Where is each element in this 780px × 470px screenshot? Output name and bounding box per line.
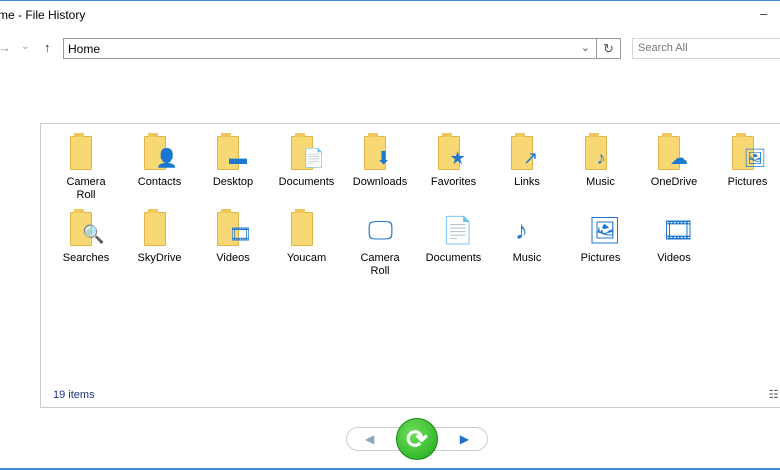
folder-icon: ♪ xyxy=(581,133,621,174)
item-count: 19 items xyxy=(53,389,95,401)
item-badge-icon: 🖼 xyxy=(743,148,767,168)
next-version-button[interactable]: ▶ xyxy=(460,432,469,446)
folder-icon: ☁ xyxy=(654,133,694,174)
library-icon: 🎞 xyxy=(654,210,696,250)
file-item-label: Camera Roll xyxy=(360,252,400,277)
library-icon: ♪ xyxy=(507,210,547,250)
details-view-icon[interactable]: ☷ xyxy=(769,389,779,401)
item-badge-icon: 📄 xyxy=(302,148,325,168)
item-badge-icon: ♪ xyxy=(596,148,606,168)
file-item[interactable]: 📄 Documents xyxy=(417,210,491,265)
view-buttons: ☷ ▣ xyxy=(769,388,780,401)
file-item[interactable]: ♪ Music xyxy=(490,210,564,265)
restore-button[interactable]: ⟳ xyxy=(396,418,438,460)
file-item-label: Documents xyxy=(278,176,335,188)
file-item-label: Music xyxy=(586,176,615,188)
folder-icon: ▬ xyxy=(213,133,253,174)
folder-shape xyxy=(290,209,313,246)
item-badge-icon: 📄 xyxy=(441,215,474,245)
file-item[interactable]: 🖵 Camera Roll xyxy=(343,210,417,278)
library-icon: 🖼 xyxy=(581,210,622,250)
item-badge-icon: ↗ xyxy=(523,148,539,168)
file-item[interactable]: ⬇ Downloads xyxy=(343,133,417,189)
search-input[interactable]: Search All xyxy=(632,38,780,59)
item-badge-icon: 🔍 xyxy=(82,224,105,244)
file-item-label: Pictures xyxy=(580,252,621,264)
item-badge-icon: 🎞 xyxy=(229,224,252,244)
file-item-label: Documents xyxy=(425,252,482,264)
file-item[interactable]: Camera Roll xyxy=(49,133,123,202)
file-item-label: OneDrive xyxy=(650,176,698,188)
file-item-label: Camera Roll xyxy=(66,176,106,201)
folder-icon: 🔍 xyxy=(66,209,106,250)
file-item[interactable]: 🔍 Searches xyxy=(49,209,123,265)
folder-icon: 🖼 xyxy=(728,133,768,174)
file-item[interactable]: ▬ Desktop xyxy=(196,133,270,189)
previous-version-button[interactable]: ◀ xyxy=(365,432,374,446)
window-border xyxy=(0,0,780,1)
item-badge-icon: 👤 xyxy=(155,148,178,168)
file-item-label: Downloads xyxy=(352,176,408,188)
folder-shape xyxy=(70,133,92,170)
refresh-button[interactable]: ↻ xyxy=(597,38,621,59)
file-item-label: Favorites xyxy=(430,176,477,188)
file-item[interactable]: ★ Favorites xyxy=(417,133,491,189)
folder-icon: 📄 xyxy=(287,133,327,174)
address-text: Home xyxy=(68,42,101,56)
file-item-label: Pictures xyxy=(727,176,768,188)
file-item-label: Links xyxy=(514,176,540,188)
folder-icon xyxy=(66,133,106,174)
recent-locations-button[interactable]: ⌄ xyxy=(21,41,29,52)
file-item[interactable]: Youcam xyxy=(270,209,344,265)
minimize-button[interactable]: – xyxy=(760,6,767,21)
file-item[interactable]: 🖼 Pictures xyxy=(564,210,638,265)
folder-icon: ★ xyxy=(434,133,474,174)
item-badge-icon: ⬇ xyxy=(376,148,392,168)
file-item-label: Videos xyxy=(216,252,250,264)
file-item[interactable]: 📄 Documents xyxy=(270,133,344,189)
folder-shape xyxy=(143,209,166,246)
file-item[interactable]: 🖼 Pictures xyxy=(711,133,780,189)
item-badge-icon: 🖼 xyxy=(588,215,622,245)
file-item[interactable]: ↗ Links xyxy=(490,133,564,189)
item-badge-icon: 🎞 xyxy=(662,215,696,245)
folder-icon xyxy=(140,209,180,250)
file-item[interactable]: 🎞 Videos xyxy=(196,209,270,265)
item-badge-icon: ☁ xyxy=(670,148,688,168)
folder-icon: ↗ xyxy=(507,133,547,174)
file-pane: 19 items ☷ ▣ Camera Roll 👤 Contacts ▬ Deskto… xyxy=(40,123,780,408)
file-item-label: SkyDrive xyxy=(137,252,182,264)
library-icon: 📄 xyxy=(434,210,474,250)
file-item-label: Music xyxy=(512,252,542,264)
file-item[interactable]: 👤 Contacts xyxy=(123,133,197,189)
file-item-label: Videos xyxy=(657,252,691,264)
folder-icon: 👤 xyxy=(140,133,180,174)
file-item[interactable]: ☁ OneDrive xyxy=(637,133,711,189)
folder-icon xyxy=(287,209,327,250)
folder-icon: 🎞 xyxy=(213,209,253,250)
item-badge-icon: 🖵 xyxy=(368,215,394,245)
file-item-label: Contacts xyxy=(137,176,182,188)
item-badge-icon: ♪ xyxy=(515,215,528,245)
file-item-label: Youcam xyxy=(286,252,327,264)
address-bar[interactable]: Home ⌄ xyxy=(63,38,597,59)
file-item[interactable]: ♪ Music xyxy=(564,133,638,189)
file-item[interactable]: 🎞 Videos xyxy=(637,210,711,265)
file-item-label: Desktop xyxy=(212,176,254,188)
folder-icon: ⬇ xyxy=(360,133,400,174)
up-button[interactable]: ↑ xyxy=(44,40,51,55)
item-badge-icon: ▬ xyxy=(229,148,247,168)
item-badge-icon: ★ xyxy=(449,148,466,168)
file-item[interactable]: SkyDrive xyxy=(123,209,197,265)
window-title: me - File History xyxy=(0,8,86,22)
forward-button[interactable]: → xyxy=(0,40,11,55)
address-dropdown-icon[interactable]: ⌄ xyxy=(581,41,590,54)
library-icon: 🖵 xyxy=(360,210,400,250)
file-item-label: Searches xyxy=(62,252,110,264)
